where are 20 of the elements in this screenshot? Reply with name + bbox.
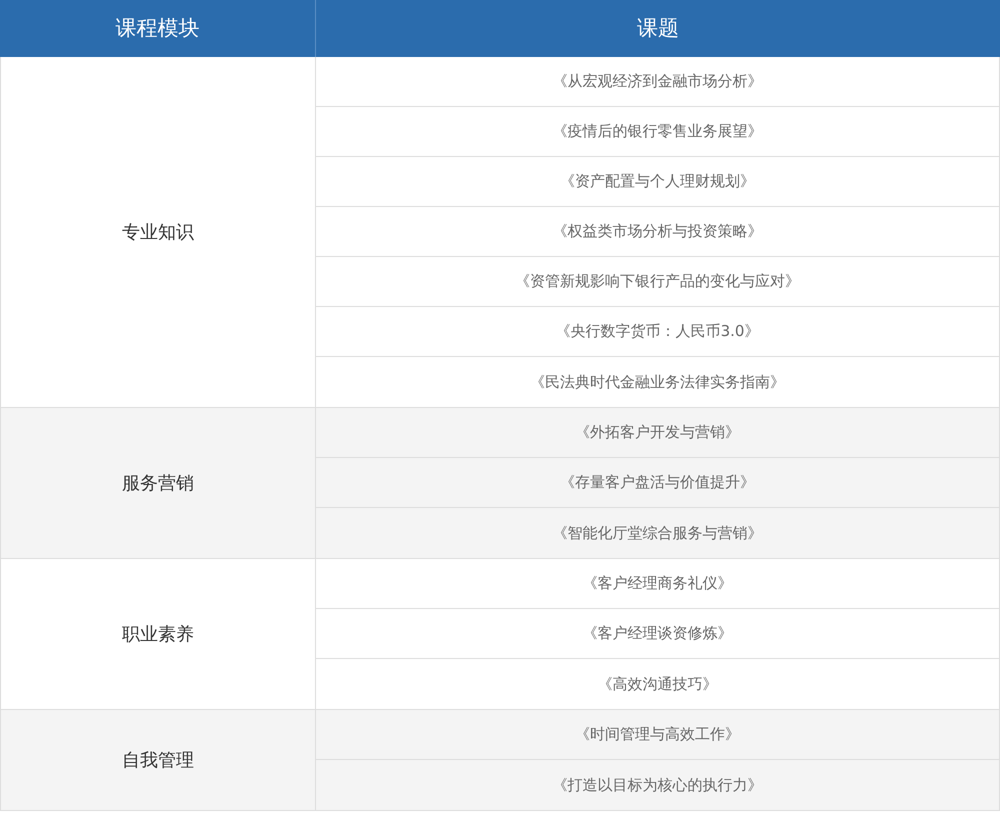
table-cell-text: 《智能化厅堂综合服务与营销》	[552, 522, 764, 544]
table-cell: 《央行数字货币：人民币3.0》	[316, 307, 999, 357]
table-cell: 自我管理	[0, 710, 316, 810]
column-header: 课题	[636, 14, 680, 42]
table-cell: 《权益类市场分析与投资策略》	[316, 207, 999, 257]
table-cell: 《资产配置与个人理财规划》	[316, 157, 999, 207]
table-cell: 职业素养	[0, 559, 316, 709]
table-cell: 《资管新规影响下银行产品的变化与应对》	[316, 257, 999, 307]
table-cell-text: 《打造以目标为核心的执行力》	[552, 774, 764, 796]
table-cell: 《从宏观经济到金融市场分析》	[316, 57, 999, 107]
table-cell-text: 《民法典时代金融业务法律实务指南》	[529, 372, 786, 393]
table-cell: 《存量客户盘活与价值提升》	[316, 458, 999, 508]
table-cell: 《疫情后的银行零售业务展望》	[316, 107, 999, 157]
table-cell: 《客户经理商务礼仪》	[316, 559, 999, 609]
table-cell: 服务营销	[0, 408, 316, 558]
table-cell: 《时间管理与高效工作》	[316, 710, 999, 760]
table-cell: 专业知识	[0, 57, 316, 407]
table-cell: 《外拓客户开发与营销》	[316, 408, 999, 458]
table-cell: 《客户经理谈资修炼》	[316, 609, 999, 659]
table-cell-text: 《高效沟通技巧》	[596, 674, 718, 695]
